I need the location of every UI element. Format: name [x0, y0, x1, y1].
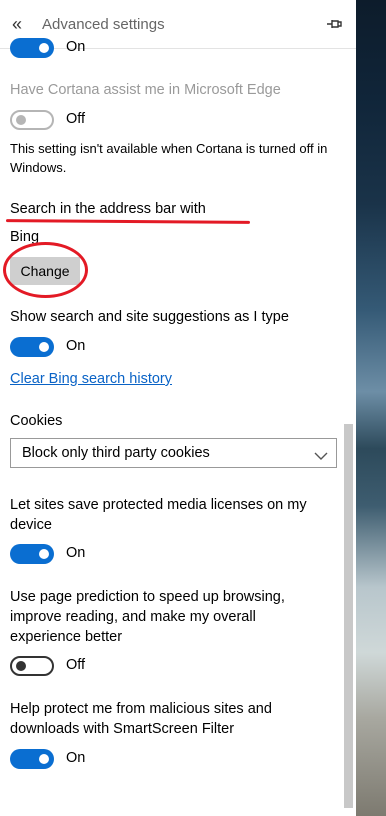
toggle-knob [16, 115, 26, 125]
suggestions-state: On [66, 338, 86, 354]
scrollbar-thumb[interactable] [344, 424, 353, 808]
page-title: Advanced settings [42, 16, 165, 33]
media-licenses-label-2: device [10, 517, 52, 533]
page-prediction-toggle[interactable] [10, 656, 54, 676]
page-prediction-label-1: Use page prediction to speed up browsing… [10, 589, 285, 605]
desktop-background [356, 0, 386, 816]
page-prediction-label-3: experience better [10, 629, 123, 645]
annotation-circle [3, 242, 88, 298]
page-prediction-label-2: improve reading, and make my overall [10, 609, 256, 625]
settings-panel: « Advanced settings On Have Cortana assi… [0, 0, 356, 816]
toggle-knob [39, 549, 49, 559]
media-licenses-state: On [66, 545, 86, 561]
toggle-knob [39, 342, 49, 352]
cortana-assist-label: Have Cortana assist me in Microsoft Edge [10, 82, 281, 98]
smartscreen-toggle[interactable] [10, 749, 54, 769]
cortana-assist-toggle [10, 110, 54, 130]
pin-icon[interactable] [326, 17, 342, 35]
page-prediction-state: Off [66, 657, 86, 673]
cookies-selected: Block only third party cookies [22, 445, 210, 461]
cortana-note: This setting isn't available when Cortan… [10, 141, 328, 175]
cortana-toggle-state: On [66, 39, 86, 55]
search-heading: Search in the address bar with [10, 201, 206, 217]
back-chevron-icon[interactable]: « [12, 14, 22, 35]
media-licenses-label-1: Let sites save protected media licenses … [10, 497, 307, 513]
suggestions-label: Show search and site suggestions as I ty… [10, 309, 289, 325]
panel-header: « Advanced settings [0, 0, 356, 49]
toggle-knob [39, 43, 49, 53]
clear-bing-history-link[interactable]: Clear Bing search history [10, 369, 172, 389]
suggestions-toggle[interactable] [10, 337, 54, 357]
toggle-knob [16, 661, 26, 671]
toggle-knob [39, 754, 49, 764]
cortana-toggle[interactable] [10, 38, 54, 58]
smartscreen-label-2: downloads with SmartScreen Filter [10, 721, 235, 737]
cortana-assist-state: Off [66, 111, 86, 127]
cookies-label: Cookies [10, 413, 63, 429]
cookies-dropdown[interactable]: Block only third party cookies [10, 438, 337, 468]
annotation-underline [5, 219, 251, 224]
chevron-down-icon [314, 448, 328, 466]
smartscreen-label-1: Help protect me from malicious sites and [10, 701, 272, 717]
smartscreen-state: On [66, 750, 86, 766]
media-licenses-toggle[interactable] [10, 544, 54, 564]
